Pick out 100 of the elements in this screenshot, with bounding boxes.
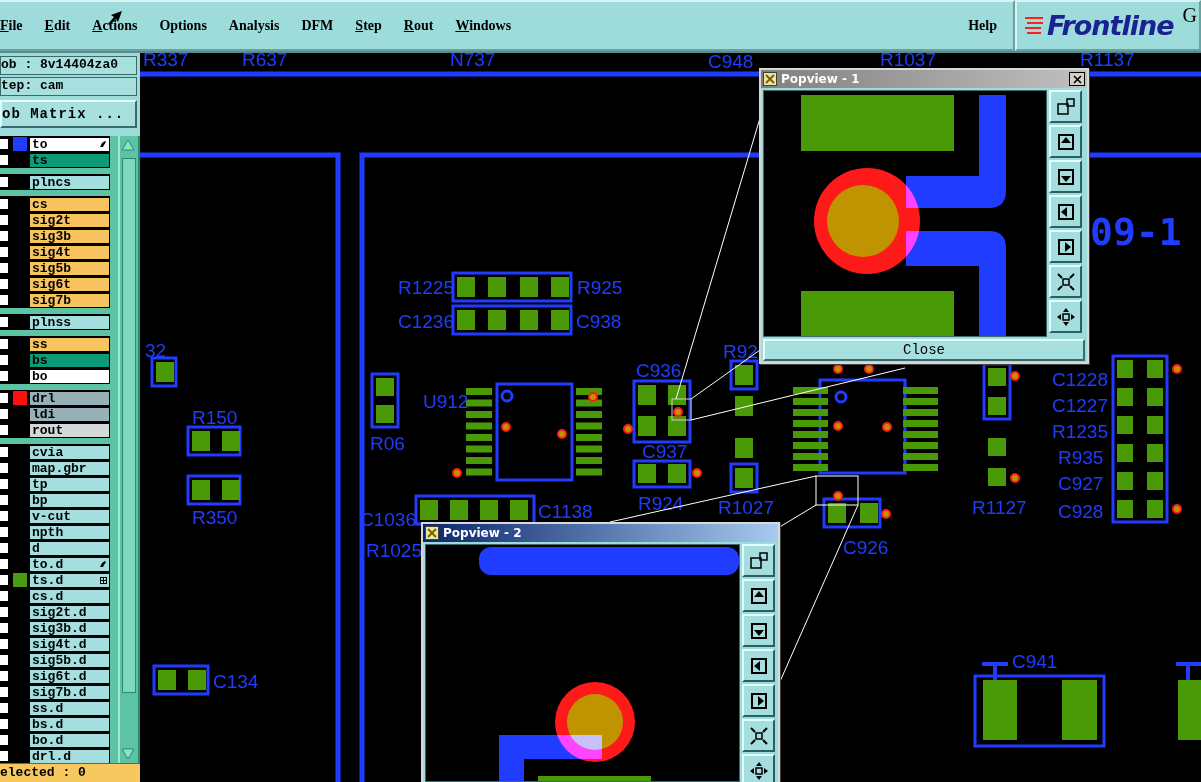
layer-name[interactable]: ts	[29, 152, 110, 168]
layer-checkbox[interactable]	[0, 590, 9, 602]
layer-checkbox[interactable]	[0, 424, 9, 436]
layer-checkbox[interactable]	[0, 734, 9, 746]
layer-name[interactable]: to.d	[29, 556, 110, 572]
layer-checkbox[interactable]	[0, 462, 9, 474]
view-tool-button[interactable]	[742, 579, 775, 612]
layer-name[interactable]: cvia	[29, 444, 110, 460]
layer-checkbox[interactable]	[0, 558, 9, 570]
layer-checkbox[interactable]	[0, 654, 9, 666]
layer-name[interactable]: sig6t	[29, 276, 110, 292]
layer-checkbox[interactable]	[0, 510, 9, 522]
layer-name[interactable]: sig2t	[29, 212, 110, 228]
menu-item[interactable]: File	[0, 17, 23, 34]
layer-checkbox[interactable]	[0, 246, 9, 258]
menu-item[interactable]: Actions	[92, 17, 138, 34]
menu-item[interactable]: Rout	[403, 17, 434, 34]
layer-checkbox[interactable]	[0, 622, 9, 634]
layer-name[interactable]: drl	[29, 390, 110, 406]
layer-name[interactable]: bp	[29, 492, 110, 508]
view-tool-button[interactable]	[742, 614, 775, 647]
view-tool-button[interactable]	[1049, 230, 1082, 263]
layer-name[interactable]: plnss	[29, 314, 110, 330]
layer-checkbox[interactable]	[0, 574, 9, 586]
layer-checkbox[interactable]	[0, 338, 9, 350]
layer-checkbox[interactable]	[0, 198, 9, 210]
close-button[interactable]: Close	[763, 339, 1085, 361]
layer-name[interactable]: npth	[29, 524, 110, 540]
layer-name[interactable]: sig3b	[29, 228, 110, 244]
view-tool-button[interactable]	[742, 544, 775, 577]
layer-checkbox[interactable]	[0, 354, 9, 366]
layer-checkbox[interactable]	[0, 214, 9, 226]
layer-name[interactable]: cs.d	[29, 588, 110, 604]
layer-name[interactable]: sig6t.d	[29, 668, 110, 684]
layer-name[interactable]: sig5b.d	[29, 652, 110, 668]
layer-name[interactable]: drl.d	[29, 748, 110, 764]
layer-checkbox[interactable]	[0, 316, 9, 328]
view-tool-button[interactable]	[742, 649, 775, 682]
layer-name[interactable]: d	[29, 540, 110, 556]
view-tool-button[interactable]	[742, 754, 775, 782]
menu-item[interactable]: Analysis	[228, 17, 280, 34]
layer-checkbox[interactable]	[0, 370, 9, 382]
pcb-canvas[interactable]	[140, 53, 1201, 782]
layer-name[interactable]: bo	[29, 368, 110, 384]
layer-name[interactable]: v-cut	[29, 508, 110, 524]
layer-name[interactable]: map.gbr	[29, 460, 110, 476]
menu-item[interactable]: Windows	[455, 17, 512, 34]
layer-checkbox[interactable]	[0, 606, 9, 618]
layer-name[interactable]: sig5b	[29, 260, 110, 276]
layer-checkbox[interactable]	[0, 138, 9, 150]
layer-checkbox[interactable]	[0, 526, 9, 538]
view-tool-button[interactable]	[1049, 90, 1082, 123]
job-matrix-button[interactable]: ob Matrix ...	[0, 100, 137, 128]
layer-name[interactable]: bs.d	[29, 716, 110, 732]
layer-checkbox[interactable]	[0, 176, 9, 188]
layer-checkbox[interactable]	[0, 494, 9, 506]
view-tool-button[interactable]	[1049, 265, 1082, 298]
menu-item[interactable]: Step	[355, 17, 382, 34]
layer-checkbox[interactable]	[0, 294, 9, 306]
layer-name[interactable]: bs	[29, 352, 110, 368]
menu-item[interactable]: DFM	[301, 17, 334, 34]
layer-checkbox[interactable]	[0, 750, 9, 762]
layer-name[interactable]: sig7b.d	[29, 684, 110, 700]
layer-checkbox[interactable]	[0, 638, 9, 650]
scrollbar[interactable]	[118, 136, 140, 763]
layer-name[interactable]: tp	[29, 476, 110, 492]
menu-item[interactable]: Edit	[44, 17, 71, 34]
layer-checkbox[interactable]	[0, 702, 9, 714]
layer-name[interactable]: sig4t	[29, 244, 110, 260]
view-tool-button[interactable]	[1049, 300, 1082, 333]
layer-name[interactable]: ldi	[29, 406, 110, 422]
layer-checkbox[interactable]	[0, 230, 9, 242]
layer-checkbox[interactable]	[0, 686, 9, 698]
view-tool-button[interactable]	[742, 684, 775, 717]
layer-name[interactable]: sig7b	[29, 292, 110, 308]
layer-checkbox[interactable]	[0, 478, 9, 490]
layer-name[interactable]: bo.d	[29, 732, 110, 748]
layer-name[interactable]: cs	[29, 196, 110, 212]
view-tool-button[interactable]	[1049, 125, 1082, 158]
layer-checkbox[interactable]	[0, 670, 9, 682]
layer-checkbox[interactable]	[0, 262, 9, 274]
layer-name[interactable]: ss	[29, 336, 110, 352]
layer-name[interactable]: ss.d	[29, 700, 110, 716]
layer-name[interactable]: sig3b.d	[29, 620, 110, 636]
layer-name[interactable]: sig4t.d	[29, 636, 110, 652]
layer-name[interactable]: to	[29, 136, 110, 152]
view-tool-button[interactable]	[742, 719, 775, 752]
view-tool-button[interactable]	[1049, 160, 1082, 193]
layer-checkbox[interactable]	[0, 392, 9, 404]
layer-name[interactable]: sig2t.d	[29, 604, 110, 620]
layer-checkbox[interactable]	[0, 408, 9, 420]
close-button[interactable]	[1069, 72, 1085, 86]
layer-checkbox[interactable]	[0, 446, 9, 458]
menu-item[interactable]: Help	[968, 17, 997, 34]
layer-checkbox[interactable]	[0, 278, 9, 290]
layer-checkbox[interactable]	[0, 542, 9, 554]
layer-name[interactable]: rout	[29, 422, 110, 438]
layer-checkbox[interactable]	[0, 718, 9, 730]
menu-item[interactable]: Options	[159, 17, 207, 34]
layer-checkbox[interactable]	[0, 154, 9, 166]
